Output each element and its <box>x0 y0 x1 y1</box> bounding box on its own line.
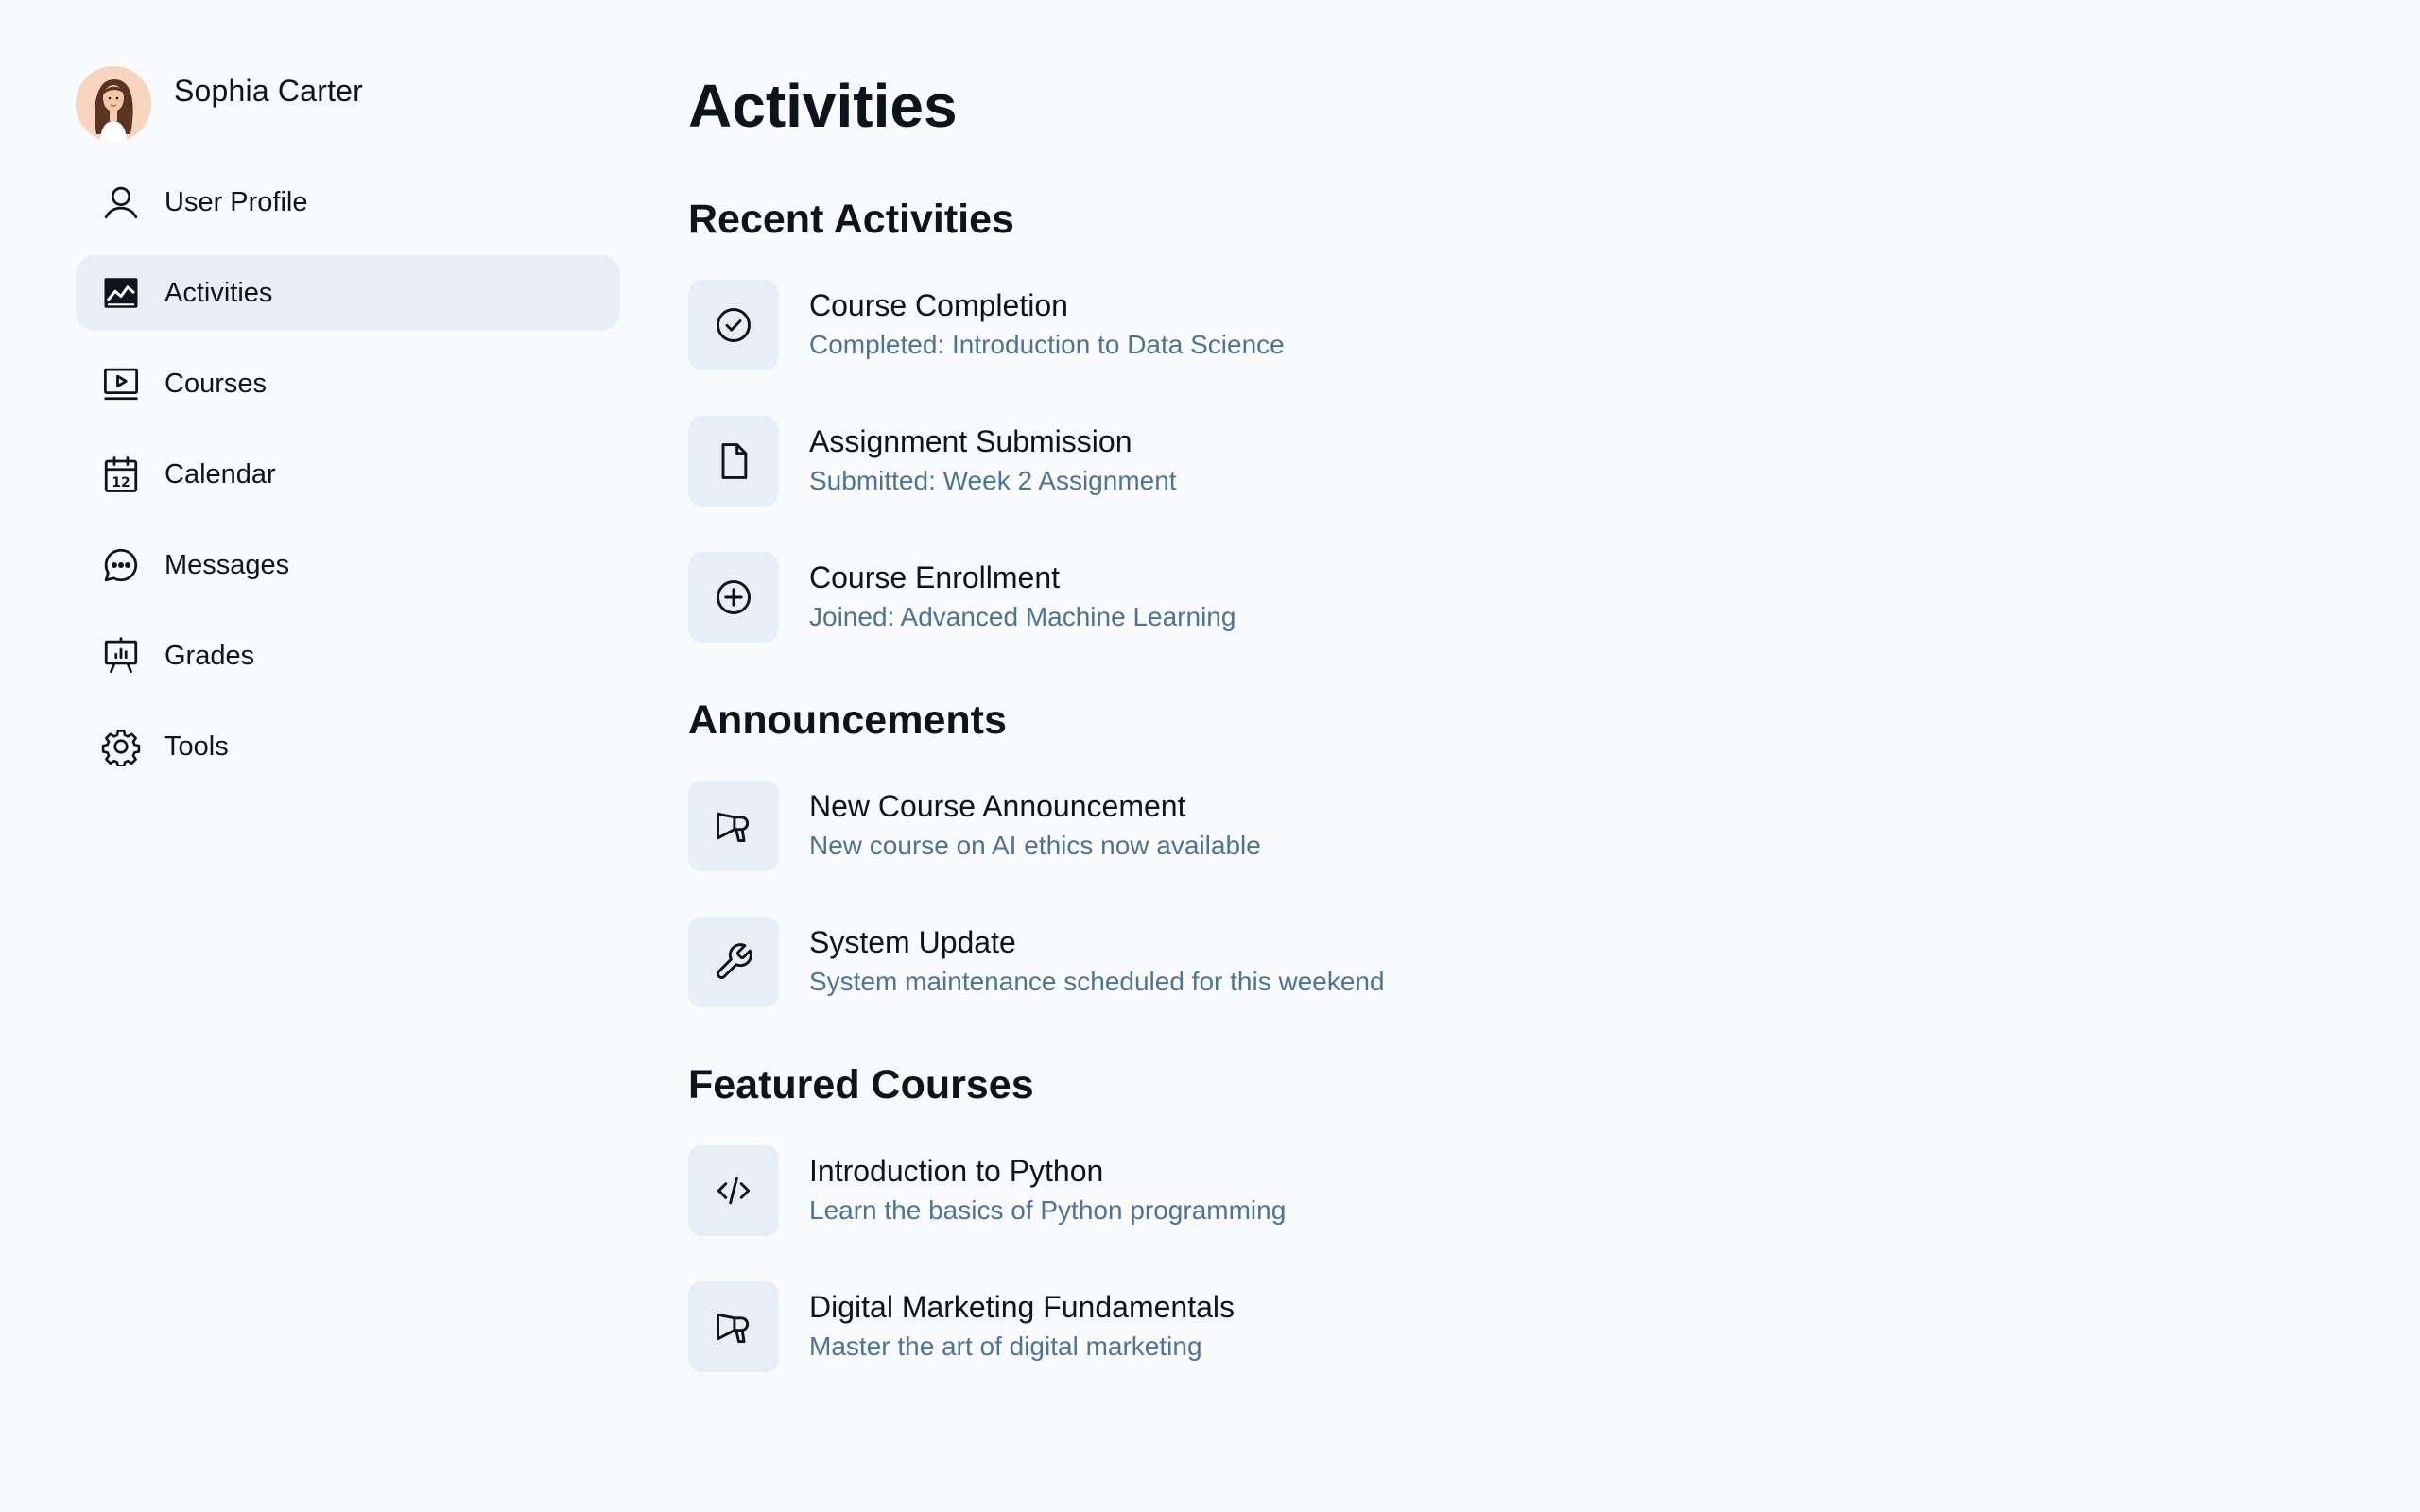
check-circle-icon <box>688 280 779 370</box>
sidebar-item-activities[interactable]: Activities <box>76 255 620 331</box>
item-subtitle: Master the art of digital marketing <box>809 1332 1202 1361</box>
main-content: Activities Recent Activities Course Comp… <box>688 66 2352 1372</box>
calendar-icon: 12 <box>100 454 142 495</box>
megaphone-icon <box>688 1281 779 1372</box>
item-title: Assignment Submission <box>809 424 1132 458</box>
sidebar-item-label: Courses <box>164 368 267 399</box>
user-icon <box>100 181 142 223</box>
sidebar-item-label: Calendar <box>164 458 276 490</box>
sidebar-item-label: User Profile <box>164 186 308 217</box>
recent-activities-list: Course Completion Completed: Introductio… <box>688 280 2352 643</box>
page-title: Activities <box>688 72 958 140</box>
gear-icon <box>100 726 142 767</box>
sidebar-nav: User Profile Activities Courses 12 Calen… <box>76 164 620 784</box>
avatar[interactable] <box>76 66 151 142</box>
announcements-list: New Course Announcement New course on AI… <box>688 781 2352 1007</box>
list-item[interactable]: System Update System maintenance schedul… <box>688 917 2352 1007</box>
list-item[interactable]: Assignment Submission Submitted: Week 2 … <box>688 416 2352 507</box>
monitor-play-icon <box>100 363 142 404</box>
sidebar-item-label: Messages <box>164 549 290 580</box>
sidebar-item-label: Grades <box>164 640 255 671</box>
plus-circle-icon <box>688 552 779 643</box>
item-title: System Update <box>809 925 1016 959</box>
item-subtitle: Joined: Advanced Machine Learning <box>809 602 1236 631</box>
list-item[interactable]: Introduction to Python Learn the basics … <box>688 1145 2352 1236</box>
item-subtitle: Completed: Introduction to Data Science <box>809 330 1285 359</box>
item-title: Course Completion <box>809 288 1068 322</box>
section-title-announcements: Announcements <box>688 697 1007 743</box>
section-title-featured-courses: Featured Courses <box>688 1062 1034 1108</box>
item-subtitle: System maintenance scheduled for this we… <box>809 967 1385 996</box>
item-title: Digital Marketing Fundamentals <box>809 1290 1235 1324</box>
section-title-recent-activities: Recent Activities <box>688 197 1014 242</box>
item-subtitle: Submitted: Week 2 Assignment <box>809 466 1177 495</box>
item-subtitle: Learn the basics of Python programming <box>809 1195 1287 1225</box>
megaphone-icon <box>688 781 779 871</box>
item-subtitle: New course on AI ethics now available <box>809 831 1261 860</box>
sidebar-item-label: Tools <box>164 730 229 762</box>
user-profile-header[interactable]: Sophia Carter <box>76 66 620 144</box>
list-item[interactable]: New Course Announcement New course on AI… <box>688 781 2352 871</box>
sidebar-item-user-profile[interactable]: User Profile <box>76 164 620 240</box>
sidebar-item-grades[interactable]: Grades <box>76 618 620 694</box>
list-item[interactable]: Course Completion Completed: Introductio… <box>688 280 2352 370</box>
list-item[interactable]: Digital Marketing Fundamentals Master th… <box>688 1281 2352 1372</box>
profile-name: Sophia Carter <box>174 74 364 108</box>
sidebar-item-courses[interactable]: Courses <box>76 346 620 421</box>
sidebar-item-messages[interactable]: Messages <box>76 527 620 603</box>
code-icon <box>688 1145 779 1236</box>
item-title: New Course Announcement <box>809 789 1186 823</box>
svg-text:12: 12 <box>112 475 130 490</box>
presentation-chart-icon <box>100 635 142 677</box>
sidebar-item-label: Activities <box>164 277 273 308</box>
chat-icon <box>100 544 142 586</box>
sidebar-item-calendar[interactable]: 12 Calendar <box>76 437 620 512</box>
file-icon <box>688 416 779 507</box>
list-item[interactable]: Course Enrollment Joined: Advanced Machi… <box>688 552 2352 643</box>
item-title: Course Enrollment <box>809 560 1060 594</box>
sidebar-item-tools[interactable]: Tools <box>76 709 620 784</box>
featured-courses-list: Introduction to Python Learn the basics … <box>688 1145 2352 1372</box>
wrench-icon <box>688 917 779 1007</box>
sidebar: Sophia Carter User Profile Activities Co… <box>76 66 620 799</box>
chart-line-icon <box>100 272 142 314</box>
item-title: Introduction to Python <box>809 1154 1104 1188</box>
